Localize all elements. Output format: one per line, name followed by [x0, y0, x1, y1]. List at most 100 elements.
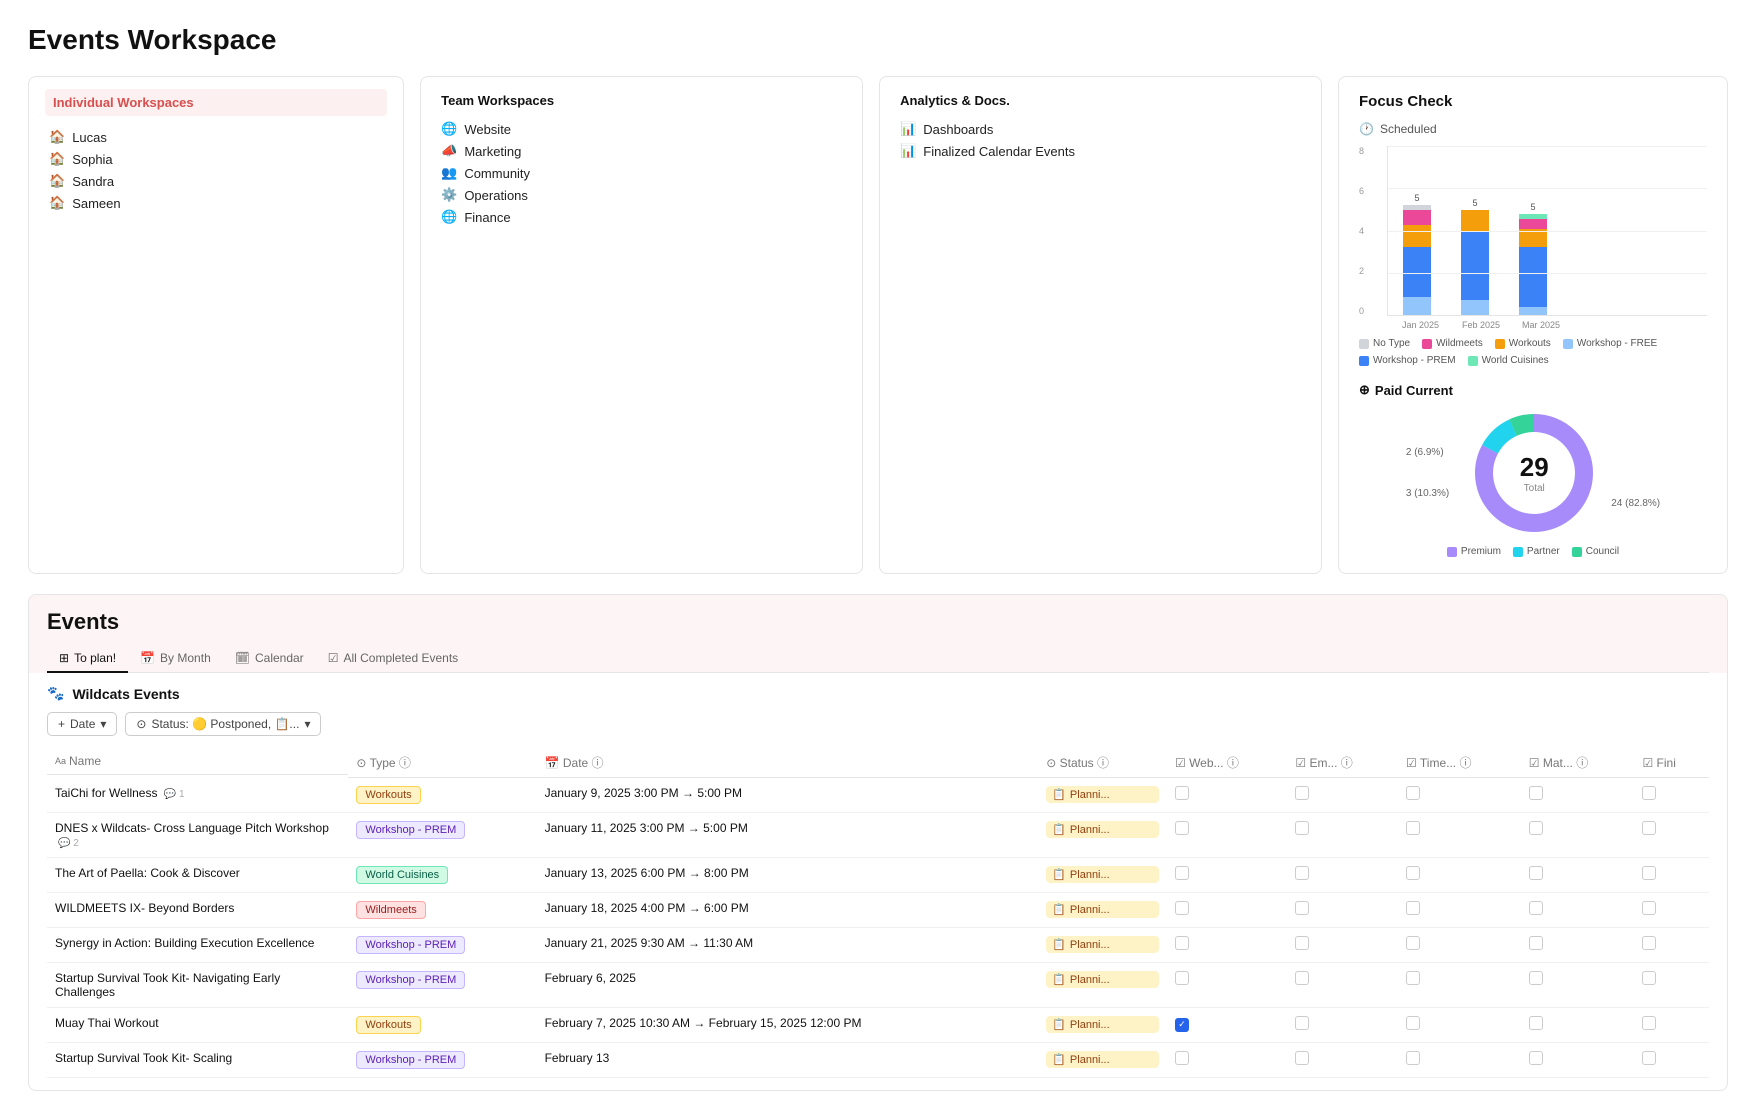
checkbox[interactable] [1295, 866, 1309, 880]
event-time[interactable] [1398, 778, 1521, 813]
event-mat[interactable] [1521, 813, 1635, 858]
checkbox[interactable] [1642, 901, 1656, 915]
tab-to-plan[interactable]: ⊞ To plan! [47, 645, 128, 673]
workspace-item-sophia[interactable]: 🏠 Sophia [49, 148, 383, 170]
event-time[interactable] [1398, 893, 1521, 928]
checkbox[interactable] [1295, 901, 1309, 915]
checkbox[interactable] [1175, 1051, 1189, 1065]
checkbox[interactable] [1642, 936, 1656, 950]
event-web[interactable] [1167, 963, 1287, 1008]
checkbox[interactable] [1642, 821, 1656, 835]
checkbox[interactable] [1642, 866, 1656, 880]
event-name: Startup Survival Took Kit- Scaling [47, 1043, 348, 1078]
event-fini[interactable] [1634, 813, 1709, 858]
event-time[interactable] [1398, 813, 1521, 858]
wildcats-icon: 🐾 [47, 685, 64, 702]
checkbox[interactable] [1529, 866, 1543, 880]
event-time[interactable] [1398, 1008, 1521, 1043]
checkbox[interactable] [1642, 971, 1656, 985]
checkbox[interactable] [1175, 821, 1189, 835]
event-web[interactable] [1167, 1043, 1287, 1078]
workspace-item-community[interactable]: 👥 Community [441, 162, 842, 184]
checkbox[interactable] [1175, 936, 1189, 950]
workspace-item-lucas[interactable]: 🏠 Lucas [49, 126, 383, 148]
tab-by-month[interactable]: 📅 By Month [128, 645, 223, 673]
checkbox[interactable] [1529, 936, 1543, 950]
checkbox[interactable] [1529, 821, 1543, 835]
event-em[interactable] [1287, 1043, 1398, 1078]
event-web[interactable] [1167, 813, 1287, 858]
event-fini[interactable] [1634, 1008, 1709, 1043]
checkbox[interactable] [1175, 866, 1189, 880]
event-web[interactable]: ✓ [1167, 1008, 1287, 1043]
donut-label-partner: 3 (10.3%) [1406, 488, 1449, 499]
event-fini[interactable] [1634, 928, 1709, 963]
checkbox[interactable] [1642, 786, 1656, 800]
event-mat[interactable] [1521, 928, 1635, 963]
checkbox[interactable]: ✓ [1175, 1018, 1189, 1032]
checkbox[interactable] [1295, 821, 1309, 835]
event-time[interactable] [1398, 858, 1521, 893]
workspace-item-website[interactable]: 🌐 Website [441, 118, 842, 140]
checkbox[interactable] [1406, 1016, 1420, 1030]
event-em[interactable] [1287, 893, 1398, 928]
event-fini[interactable] [1634, 778, 1709, 813]
filter-status-button[interactable]: ⊙ Status: 🟡 Postponed, 📋... ▾ [125, 712, 321, 736]
checkbox[interactable] [1175, 971, 1189, 985]
event-fini[interactable] [1634, 963, 1709, 1008]
event-em[interactable] [1287, 778, 1398, 813]
checkbox[interactable] [1529, 786, 1543, 800]
tab-calendar[interactable]: 🗓 Calendar [223, 645, 316, 673]
checkbox[interactable] [1406, 1051, 1420, 1065]
checkbox[interactable] [1529, 1051, 1543, 1065]
checkbox[interactable] [1295, 1016, 1309, 1030]
event-em[interactable] [1287, 1008, 1398, 1043]
filter-date-button[interactable]: + Date ▾ [47, 712, 117, 736]
checkbox[interactable] [1406, 971, 1420, 985]
event-mat[interactable] [1521, 1008, 1635, 1043]
event-fini[interactable] [1634, 893, 1709, 928]
event-mat[interactable] [1521, 1043, 1635, 1078]
checkbox[interactable] [1295, 786, 1309, 800]
event-em[interactable] [1287, 963, 1398, 1008]
event-em[interactable] [1287, 928, 1398, 963]
workspace-item-marketing[interactable]: 📣 Marketing [441, 140, 842, 162]
event-web[interactable] [1167, 858, 1287, 893]
event-fini[interactable] [1634, 1043, 1709, 1078]
checkbox[interactable] [1406, 866, 1420, 880]
workspace-item-finance[interactable]: 🌐 Finance [441, 206, 842, 228]
event-web[interactable] [1167, 893, 1287, 928]
checkbox[interactable] [1175, 901, 1189, 915]
checkbox[interactable] [1406, 901, 1420, 915]
event-time[interactable] [1398, 963, 1521, 1008]
checkbox[interactable] [1529, 971, 1543, 985]
checkbox[interactable] [1295, 1051, 1309, 1065]
event-mat[interactable] [1521, 858, 1635, 893]
event-em[interactable] [1287, 813, 1398, 858]
checkbox[interactable] [1642, 1016, 1656, 1030]
workspace-item-sameen[interactable]: 🏠 Sameen [49, 192, 383, 214]
event-time[interactable] [1398, 1043, 1521, 1078]
checkbox[interactable] [1529, 901, 1543, 915]
workspace-item-dashboards[interactable]: 📊 Dashboards [900, 118, 1301, 140]
event-mat[interactable] [1521, 778, 1635, 813]
event-em[interactable] [1287, 858, 1398, 893]
checkbox[interactable] [1642, 1051, 1656, 1065]
workspace-item-finalized-calendar[interactable]: 📊 Finalized Calendar Events [900, 140, 1301, 162]
event-web[interactable] [1167, 928, 1287, 963]
checkbox[interactable] [1529, 1016, 1543, 1030]
checkbox[interactable] [1406, 786, 1420, 800]
workspace-item-operations[interactable]: ⚙️ Operations [441, 184, 842, 206]
workspace-item-sandra[interactable]: 🏠 Sandra [49, 170, 383, 192]
event-web[interactable] [1167, 778, 1287, 813]
checkbox[interactable] [1295, 971, 1309, 985]
event-fini[interactable] [1634, 858, 1709, 893]
event-mat[interactable] [1521, 893, 1635, 928]
checkbox[interactable] [1295, 936, 1309, 950]
checkbox[interactable] [1175, 786, 1189, 800]
tab-all-completed[interactable]: ☑ All Completed Events [316, 645, 471, 673]
event-time[interactable] [1398, 928, 1521, 963]
checkbox[interactable] [1406, 936, 1420, 950]
checkbox[interactable] [1406, 821, 1420, 835]
event-mat[interactable] [1521, 963, 1635, 1008]
